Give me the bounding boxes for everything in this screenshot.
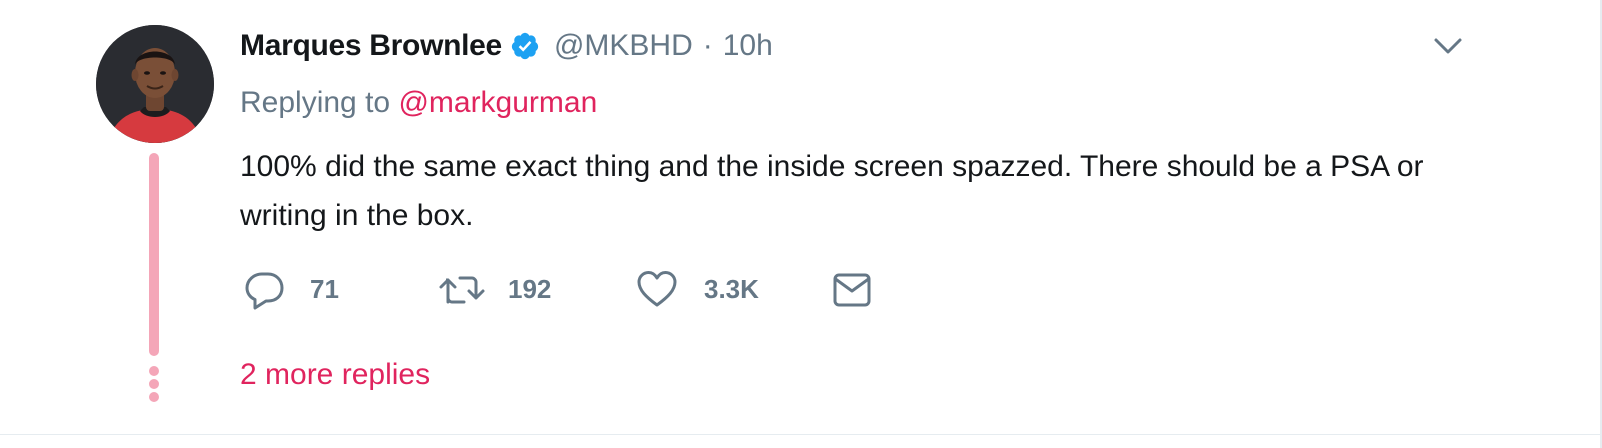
tweet-header: Marques Brownlee @MKBHD · 10h: [240, 26, 773, 66]
heart-icon: [637, 271, 677, 307]
envelope-icon: [833, 273, 871, 307]
profile-photo-icon: [96, 25, 214, 143]
retweet-count: 192: [508, 273, 552, 304]
reply-button[interactable]: 71: [244, 268, 339, 310]
separator: ·: [702, 29, 713, 62]
tweet-card[interactable]: Marques Brownlee @MKBHD · 10h Replying t…: [0, 0, 1602, 448]
retweet-button[interactable]: 192: [438, 268, 551, 310]
thread-line: [149, 153, 159, 356]
thread-dot: [149, 392, 159, 402]
display-name[interactable]: Marques Brownlee: [240, 29, 502, 63]
like-button[interactable]: 3.3K: [636, 268, 759, 310]
direct-message-button[interactable]: [832, 268, 872, 310]
chevron-down-icon[interactable]: [1432, 34, 1464, 58]
replying-to: Replying to @markgurman: [240, 86, 597, 120]
avatar[interactable]: [96, 25, 214, 143]
reply-count: 71: [310, 273, 339, 304]
replying-prefix: Replying to: [240, 86, 399, 119]
thread-dot: [149, 366, 159, 376]
like-count: 3.3K: [704, 273, 759, 304]
reply-bubble-icon: [245, 272, 284, 310]
mention-link[interactable]: @markgurman: [398, 86, 597, 119]
tweet-text: 100% did the same exact thing and the in…: [240, 150, 1424, 232]
more-replies-link[interactable]: 2 more replies: [240, 358, 430, 392]
verified-badge-icon: [510, 31, 540, 61]
divider: [0, 434, 1602, 435]
retweet-icon: [439, 276, 485, 304]
timestamp[interactable]: 10h: [723, 29, 773, 63]
thread-dot: [149, 379, 159, 389]
author-handle[interactable]: @MKBHD: [554, 29, 693, 63]
